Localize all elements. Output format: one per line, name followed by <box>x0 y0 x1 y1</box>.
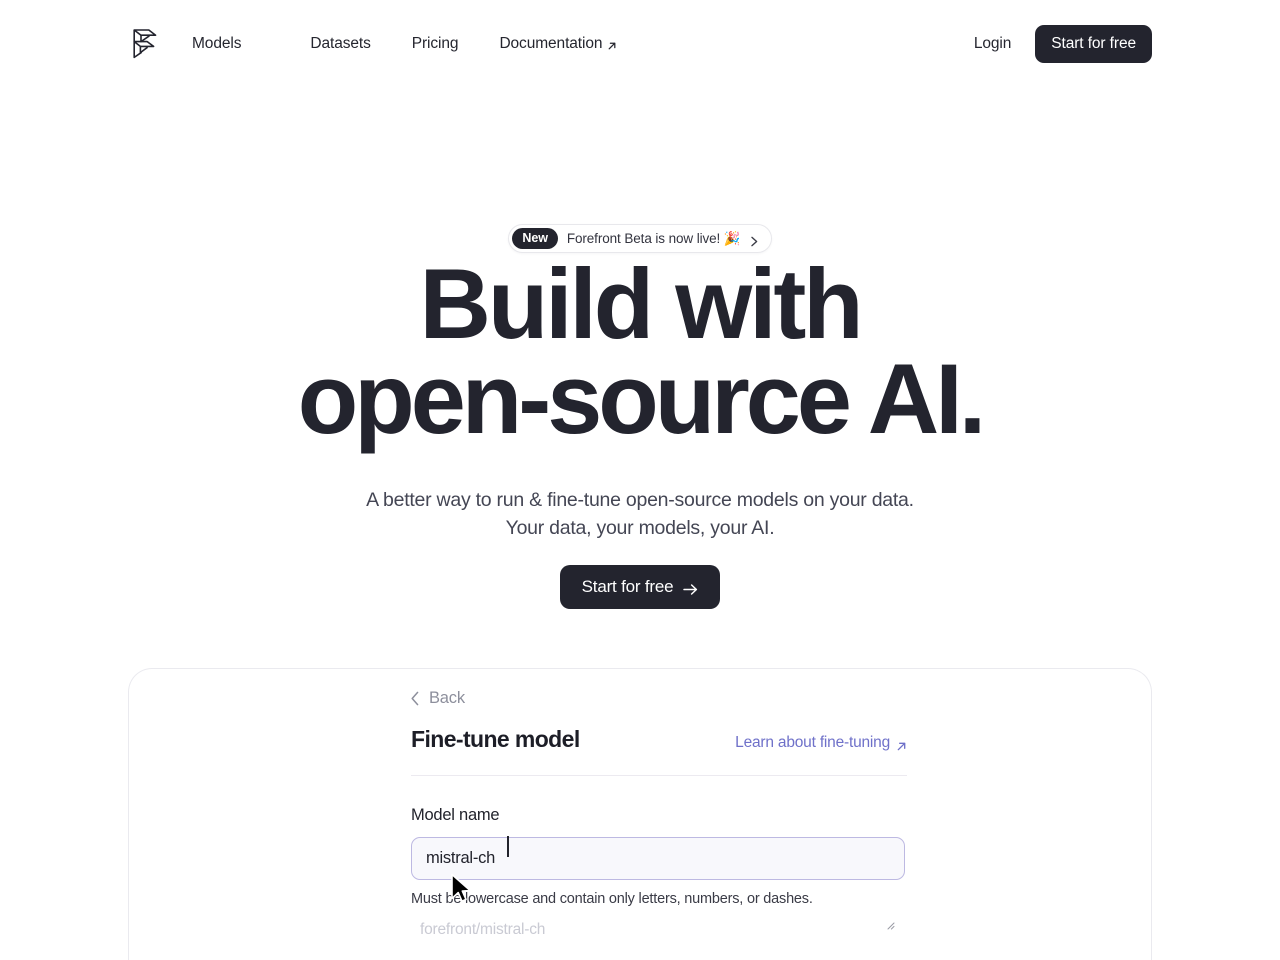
model-slug-field[interactable]: forefront/mistral-ch <box>411 921 905 960</box>
header-actions: Login Start for free <box>970 0 1152 88</box>
nav-item-models[interactable]: Models <box>192 35 241 53</box>
text-caret <box>507 836 509 857</box>
hero-subtitle-line1: A better way to run & fine-tune open-sou… <box>366 489 914 511</box>
model-name-input-shell <box>411 825 905 880</box>
back-label: Back <box>429 689 465 707</box>
back-button[interactable]: Back <box>410 689 465 708</box>
announcement-text: Forefront Beta is now live! 🎉 <box>566 230 741 246</box>
nav-label-documentation: Documentation <box>499 35 603 52</box>
nav-item-pricing[interactable]: Pricing <box>412 35 459 53</box>
panel-header: Fine-tune model Learn about fine-tuning <box>411 726 907 753</box>
chevron-right-icon <box>750 234 759 247</box>
primary-nav: Models Datasets Pricing Documentation <box>192 0 617 88</box>
announcement-new-pill: New <box>512 228 558 249</box>
hero-cta-wrap: Start for free <box>0 565 1280 609</box>
learn-about-fine-tuning-link[interactable]: Learn about fine-tuning <box>735 734 907 752</box>
external-link-arrow-icon <box>896 739 907 750</box>
panel-title: Fine-tune model <box>411 726 580 752</box>
fine-tune-panel: Back Fine-tune model Learn about fine-tu… <box>411 689 907 960</box>
login-link[interactable]: Login <box>970 29 1015 59</box>
learn-link-label: Learn about fine-tuning <box>735 734 890 751</box>
nav-label-pricing: Pricing <box>411 35 459 52</box>
nav-item-documentation[interactable]: Documentation <box>499 35 617 53</box>
external-link-arrow-icon <box>607 38 617 50</box>
chevron-left-icon <box>410 691 420 706</box>
hero-title: Build with open-source AI. <box>0 254 1280 455</box>
resize-grip-icon[interactable] <box>887 917 895 930</box>
forefront-logo[interactable] <box>128 24 162 64</box>
model-name-helper-text: Must be lowercase and contain only lette… <box>411 891 813 907</box>
panel-divider <box>411 775 907 776</box>
start-for-free-button-hero[interactable]: Start for free <box>559 565 721 609</box>
nav-label-models: Models <box>192 35 242 52</box>
hero-title-line2: open-source AI. <box>297 343 986 455</box>
model-slug-value: forefront/mistral-ch <box>420 921 546 938</box>
hero-cta-label: Start for free <box>581 577 674 596</box>
forefront-logo-icon <box>133 29 157 59</box>
hero-subtitle-line2: Your data, your models, your AI. <box>505 517 775 539</box>
fine-tune-card: Back Fine-tune model Learn about fine-tu… <box>128 668 1152 960</box>
model-name-label: Model name <box>411 806 500 824</box>
start-for-free-button-header[interactable]: Start for free <box>1035 25 1152 63</box>
model-name-input[interactable] <box>411 837 905 880</box>
nav-item-datasets[interactable]: Datasets <box>310 35 370 53</box>
site-header: Models Datasets Pricing Documentation Lo… <box>0 0 1280 88</box>
nav-label-datasets: Datasets <box>310 35 371 52</box>
arrow-right-icon <box>683 581 698 595</box>
hero-subtitle: A better way to run & fine-tune open-sou… <box>0 486 1280 542</box>
